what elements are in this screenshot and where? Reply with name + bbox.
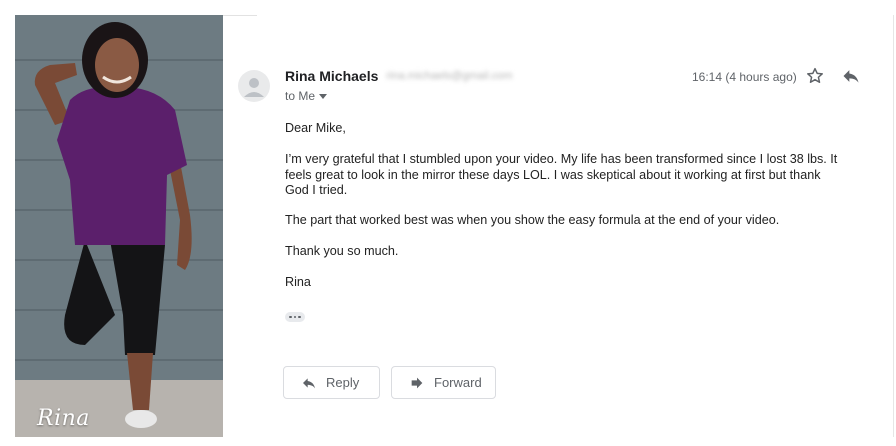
testimonial-photo: Rina [15, 15, 223, 437]
person-photo-illustration [15, 15, 223, 437]
photo-caption: Rina [37, 406, 90, 431]
sender-email: rina.michaels@gmail.com [386, 70, 513, 82]
sender-row: Rina Michaels rina.michaels@gmail.com [285, 68, 512, 84]
dot-icon [298, 315, 301, 319]
email-greeting: Dear Mike, [285, 121, 346, 135]
avatar [238, 70, 270, 102]
email-signature: Rina [285, 275, 311, 289]
star-icon [807, 67, 823, 83]
reply-label: Reply [326, 375, 360, 390]
recipient-details-toggle[interactable]: to Me [285, 89, 328, 103]
show-trimmed-content-button[interactable] [285, 312, 305, 322]
reply-icon [303, 377, 315, 388]
forward-label: Forward [434, 375, 482, 390]
forward-button[interactable]: Forward [391, 366, 496, 399]
reply-icon [843, 70, 859, 83]
email-paragraph: I’m very grateful that I stumbled upon y… [285, 152, 838, 197]
divider [893, 15, 894, 437]
caret-down-icon [319, 93, 328, 99]
email-paragraph: The part that worked best was when you s… [285, 213, 780, 227]
timestamp: 16:14 (4 hours ago) [692, 70, 797, 84]
email-closing: Thank you so much. [285, 244, 399, 258]
divider [223, 15, 257, 16]
dot-icon [289, 315, 292, 319]
reply-icon-button[interactable] [841, 66, 861, 86]
dot-icon [293, 315, 297, 319]
reply-button[interactable]: Reply [283, 366, 380, 399]
person-icon [244, 78, 264, 97]
recipient-label: to Me [285, 89, 316, 103]
sender-name: Rina Michaels [285, 68, 379, 84]
star-button[interactable] [805, 66, 825, 86]
forward-icon [411, 377, 423, 388]
